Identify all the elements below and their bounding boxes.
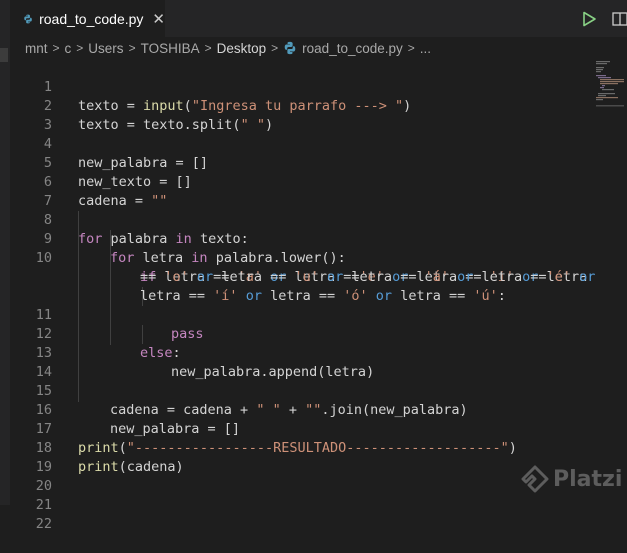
code-line: 12 else: [10,306,590,361]
code-line: 15 cadena = cadena + " " + "".join(new_p… [10,363,590,418]
code-editor[interactable]: 1 texto = input("Ingresa tu parrafo --->… [10,59,627,532]
python-file-icon [284,41,296,55]
tab-bar: road_to_code.py ✕ [10,0,627,37]
chevron-right-icon: > [76,41,84,55]
run-icon[interactable] [580,10,598,28]
platzi-logo-icon [521,465,549,493]
activity-strip [0,0,10,505]
code-line: 14 [10,344,590,380]
breadcrumb-more[interactable]: ... [420,41,431,56]
code-line: 2 texto = texto.split(" ") [10,78,590,133]
code-line: 1 texto = input("Ingresa tu parrafo --->… [10,59,590,114]
code-line: 10 if letra == 'a' or letra =='e' or let… [10,230,590,285]
watermark-text: Platzi [553,466,623,492]
code-line: 8 for palabra in texto: [10,192,590,247]
breadcrumb-mnt[interactable]: mnt [25,41,48,56]
chevron-right-icon: > [407,41,415,55]
tab-road-to-code[interactable]: road_to_code.py ✕ [10,0,165,37]
line-number: 22 [35,516,52,532]
platzi-watermark: Platzi [521,465,622,493]
breadcrumb-toshiba[interactable]: TOSHIBA [141,41,200,56]
code-line: 4 new_palabra = [] [10,116,590,171]
code-line: 5 new_texto = [] [10,135,590,190]
python-file-icon [24,14,32,23]
breadcrumb-desktop[interactable]: Desktop [217,41,267,56]
code-line: 6 cadena = "" [10,154,590,209]
close-icon[interactable]: ✕ [152,10,165,28]
split-editor-icon[interactable] [612,11,627,27]
code-line: 17 print("-----------------RESULTADO----… [10,401,590,456]
code-line: 7 [10,173,590,209]
code-line: 16 new_palabra = [] [10,382,590,437]
code-line: 11 pass [10,287,590,342]
code-line: 21 [10,477,590,513]
chevron-right-icon: > [128,41,136,55]
code-line: 9 for letra in palabra.lower(): [10,211,590,266]
activity-strip-mark [0,48,8,62]
chevron-right-icon: > [52,41,60,55]
code-line: 20 [10,458,590,494]
code-line: 19 [10,439,590,475]
breadcrumb-c[interactable]: c [65,41,72,56]
code-line-wrapped: == 'o' or letra == 'u' or letra == 'á' o… [10,249,595,285]
minimap[interactable] [596,61,624,109]
code-line: 3 [10,97,590,133]
code-line: 13 new_palabra.append(letra) [10,325,590,380]
breadcrumb-file[interactable]: road_to_code.py [302,41,403,56]
code-line: 22 [10,496,590,532]
chevron-right-icon: > [271,41,279,55]
code-line: 18 print(cadena) [10,420,590,475]
tab-filename: road_to_code.py [39,10,144,27]
breadcrumb: mnt > c > Users > TOSHIBA > Desktop > ro… [10,37,627,59]
code-line-wrapped: letra == 'í' or letra == 'ó' or letra ==… [10,268,590,304]
breadcrumb-users[interactable]: Users [88,41,123,56]
chevron-right-icon: > [204,41,212,55]
